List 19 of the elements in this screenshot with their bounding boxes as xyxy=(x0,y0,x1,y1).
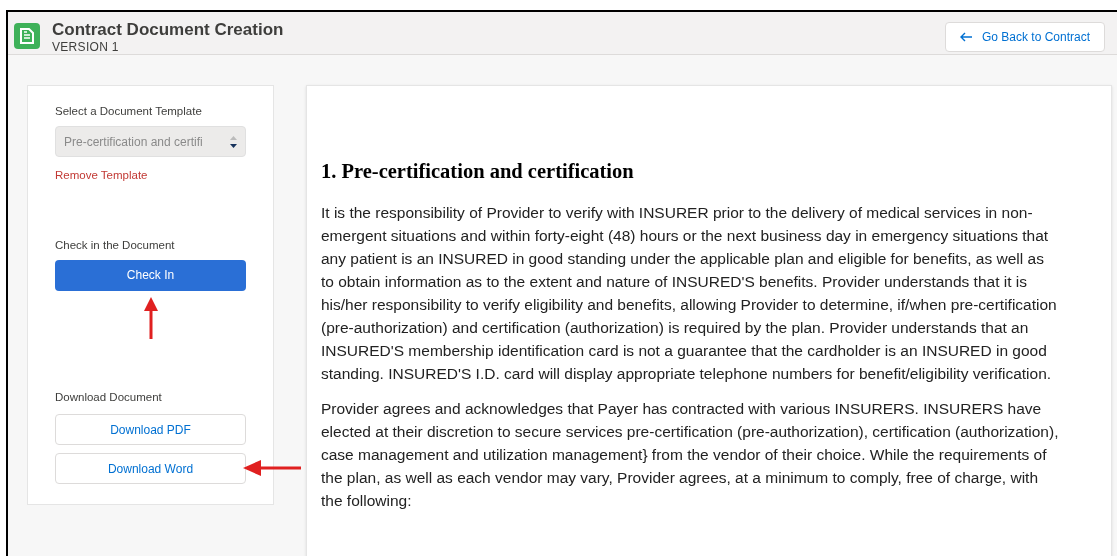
section-label: Check in the Document xyxy=(55,237,176,253)
document-paragraph: It is the responsibility of Provider to verify with INSURER prior to the delivery of medical services in non-emergent situations and within forty-eight (48) hours or the next business day in emergency situations that any patient is an INSURED in good standing under the applicable plan and eligible for benefits, as well as to obtain information as to the extent and nature of INSURED'S benefits. Provider understands that it is his/her responsibility to verify eligibility and benefits, allowing Provider to determine, if/when pre-certification (pre-authorization) and certification (authorization) is required by the plan. Provider understands that an INSURED'S membership identification card is not a guarantee that the cardholder is an INSURED in good standing. INSURED'S I.D. card will display appropriate telephone numbers for benefit/eligibility verification. xyxy=(321,202,1058,384)
remove-template-link[interactable]: Remove Template xyxy=(55,167,246,185)
check-in-button[interactable]: Check In xyxy=(55,259,246,291)
field-label: Select a Document Template xyxy=(55,104,203,119)
download-button[interactable]: Download Word xyxy=(55,453,246,484)
document-paragraph: Provider agrees and acknowledges that Payer has contracted with various INSURERS. INSURERS have elected at their discretion to secure services pre-certification (pre-authorization), certification (authorization), case management and utilization management} from the vendor of their choice. While the requirements of the plan, as well as each vendor may vary, Provider agrees, at a minimum to comply, free of charge, with the following: xyxy=(321,398,1060,511)
back-button[interactable]: Go Back to Contract xyxy=(944,22,1105,52)
section-label: Download Document xyxy=(55,389,163,405)
document-heading: 1. Pre-certification and certification xyxy=(321,159,635,184)
document-icon xyxy=(14,23,40,49)
sort-icon xyxy=(230,135,237,148)
template-select[interactable]: Pre-certification and certifi xyxy=(55,126,246,158)
page-title: Contract Document Creation xyxy=(52,20,284,40)
arrow-icon xyxy=(243,460,301,476)
arrow-icon xyxy=(143,296,158,339)
page-subtitle: VERSION 1 xyxy=(52,40,120,54)
back-arrow-icon xyxy=(959,32,972,42)
download-button[interactable]: Download PDF xyxy=(55,414,246,445)
